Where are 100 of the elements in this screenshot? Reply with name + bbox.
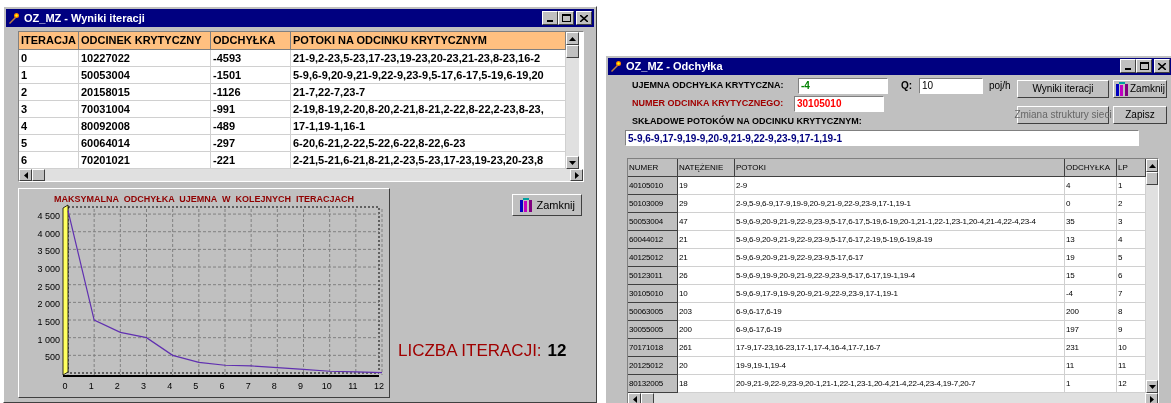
row-header: 50053004 <box>628 213 678 231</box>
scroll-left-button[interactable] <box>19 169 32 181</box>
close-button[interactable] <box>1154 59 1170 74</box>
doorway-icon <box>1115 80 1129 97</box>
table-cell: 5-9,6-9,17-9,19-9,20-9,21-9,22-9,23-9,17-1,19-1 <box>735 285 1065 303</box>
scroll-left-button[interactable] <box>628 393 641 403</box>
segment-field[interactable]: 30105010 <box>794 95 884 112</box>
maximize-button[interactable] <box>1136 59 1152 74</box>
table-cell: 17-9,17-23,16-23,17-1,17-4,16-4,17-7,16-7 <box>735 339 1065 357</box>
close-window-button[interactable]: Zamknij <box>1113 79 1167 98</box>
row-header: 30055005 <box>628 321 678 339</box>
scroll-thumb[interactable] <box>32 169 45 181</box>
left-arrow-icon <box>632 395 637 403</box>
iterations-value: 12 <box>547 340 567 362</box>
table-cell: 6-9,6-17,6-19 <box>735 303 1065 321</box>
chart-title: MAKSYMALNA ODCHYŁKA UJEMNA W KOLEJNYCH ITERACJACH <box>54 194 354 204</box>
row-header: 20125012 <box>628 357 678 375</box>
deviation-field[interactable]: -4 <box>798 77 888 94</box>
table-cell: 2 <box>19 84 79 101</box>
table-cell: 47 <box>678 213 735 231</box>
y-tick-label: 2 500 <box>37 281 60 292</box>
table-cell: 21 <box>678 249 735 267</box>
scroll-right-button[interactable] <box>570 169 583 181</box>
minimize-button[interactable] <box>1120 59 1136 74</box>
x-tick-label: 8 <box>271 381 277 391</box>
flows-field[interactable]: 5-9,6-9,17-9,19-9,20-9,21-9,22-9,23-9,17-1,19-1 <box>625 130 1139 146</box>
column-header: ODCHYŁKA <box>211 32 291 50</box>
table-cell: 2-9 <box>735 177 1065 195</box>
scroll-thumb[interactable] <box>1146 172 1158 185</box>
table-cell: 0 <box>1065 195 1117 213</box>
unit-label: poj/h <box>989 79 1012 93</box>
table-cell: 200 <box>678 321 735 339</box>
action-button[interactable]: Zapisz <box>1113 105 1167 124</box>
table-cell: 2-9,5-9,6-9,17-9,19-9,20-9,21-9,22-9,23-9,17-1,19-1 <box>735 195 1065 213</box>
maximize-icon <box>561 14 571 22</box>
iterations-label: LICZBA ITERACJI: <box>398 340 542 362</box>
x-tick-label: 6 <box>219 381 225 391</box>
field-label: SKŁADOWE POTOKÓW NA ODCINKU KRYTYCZNYM: <box>632 114 863 128</box>
table-cell: 0 <box>19 50 79 67</box>
table-cell: 11 <box>1065 357 1117 375</box>
window-title: OZ_MZ - Odchyłka <box>626 59 724 74</box>
up-arrow-icon <box>1148 163 1156 168</box>
x-tick-label: 5 <box>193 381 199 391</box>
table-cell: 10 <box>678 285 735 303</box>
field-label: NUMER ODCINKA KRYTYCZNEGO: <box>632 96 785 110</box>
scroll-down-button[interactable] <box>566 156 579 169</box>
column-header: ODCINEK KRYTYCZNY <box>79 32 211 50</box>
table-cell: 80092008 <box>79 118 211 135</box>
scroll-thumb[interactable] <box>641 393 654 403</box>
minimize-button[interactable] <box>542 11 558 25</box>
scroll-thumb[interactable] <box>566 45 579 58</box>
vertical-scrollbar[interactable] <box>1146 159 1158 393</box>
vertical-scrollbar[interactable] <box>566 32 579 169</box>
table-cell: 5-9,6-9,19-9,20-9,21-9,22-9,23-9,5-17,6-17,19-1,19-4 <box>735 267 1065 285</box>
horizontal-scrollbar[interactable] <box>628 393 1158 403</box>
maximize-button[interactable] <box>558 11 574 25</box>
x-tick-label: 10 <box>321 381 332 391</box>
table-cell: 13 <box>1065 231 1117 249</box>
table-cell: -1126 <box>211 84 291 101</box>
table-cell: 70031004 <box>79 101 211 118</box>
field-label: UJEMNA ODCHYŁKA KRYTYCZNA: <box>632 78 785 92</box>
table-cell: 19 <box>678 177 735 195</box>
close-window-button[interactable]: Zamknij <box>512 194 582 216</box>
x-tick-label: 2 <box>114 381 120 391</box>
row-header: 40105010 <box>628 177 678 195</box>
table-cell: 5-9,6-9,20-9,21-9,22-9,23-9,5-17,6-17,5-19,6-19,20-1,21-1,22-1,23-1,20-4,21-4,22-4,23-4 <box>735 213 1065 231</box>
x-tick-label: 0 <box>62 381 68 391</box>
column-header: LP <box>1117 159 1146 177</box>
close-button[interactable] <box>576 11 592 25</box>
scroll-up-button[interactable] <box>1146 159 1158 172</box>
table-cell: -4 <box>1065 285 1117 303</box>
table-cell: 20158015 <box>79 84 211 101</box>
torch-icon <box>610 60 622 73</box>
right-arrow-icon <box>574 171 579 179</box>
y-tick-label: 1 000 <box>37 334 60 345</box>
scroll-right-button[interactable] <box>1145 393 1158 403</box>
minimize-icon <box>1125 68 1131 71</box>
x-tick-label: 7 <box>245 381 251 391</box>
table-cell: 3 <box>19 101 79 118</box>
table-cell: 231 <box>1065 339 1117 357</box>
scroll-up-button[interactable] <box>566 32 579 45</box>
x-tick-label: 1 <box>88 381 94 391</box>
horizontal-scrollbar[interactable] <box>19 169 583 181</box>
table-cell: 4 <box>19 118 79 135</box>
y-tick-label: 4 500 <box>37 211 60 222</box>
y-tick-label: 3 500 <box>37 246 60 257</box>
table-cell: -4593 <box>211 50 291 67</box>
x-tick-label: 12 <box>374 381 384 391</box>
table-cell: 2-19,8-19,2-20,8-20,2-21,8-21,2-22,8-22,2-23,8-23, <box>291 101 566 118</box>
table-cell: 21 <box>678 231 735 249</box>
table-cell: 6-9,6-17,6-19 <box>735 321 1065 339</box>
action-button[interactable]: Wyniki iteracji <box>1017 79 1109 98</box>
table-cell: 21-9,2-23,5-23,17-23,19-23,20-23,21-23,8-23,16-2 <box>291 50 566 67</box>
q-field[interactable]: 10 <box>919 77 983 94</box>
scroll-down-button[interactable] <box>1146 380 1158 393</box>
column-header: NUMER <box>628 159 678 177</box>
row-header: 50063005 <box>628 303 678 321</box>
right-arrow-icon <box>1149 395 1154 403</box>
table-cell: 197 <box>1065 321 1117 339</box>
row-header: 40125012 <box>628 249 678 267</box>
